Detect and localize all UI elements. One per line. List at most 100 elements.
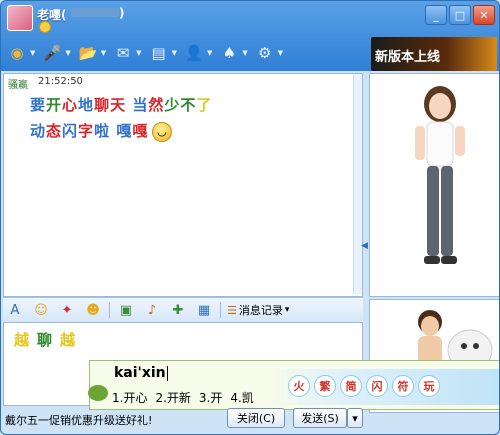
message-history-button[interactable]: ☰ 消息记录 ▾ [227,302,289,318]
music-icon[interactable]: ▦ [194,300,214,320]
bottom-bar: 戴尔五一促销优惠升级送好礼! 关闭(C) 发送(S) ▾ [1,405,499,434]
input-toolbar: A ☺ ✦ ☻ ▣ ♪ ✚ ▦ ☰ 消息记录 ▾ [3,297,363,322]
message-char: 闪 [62,122,79,140]
dropdown-arrow-icon[interactable]: ▼ [101,49,106,57]
dropdown-arrow-icon[interactable]: ▼ [65,49,70,57]
magic-icon[interactable]: ✦ [57,300,77,320]
collapse-panel-icon[interactable]: ◀ [361,241,368,251]
ime-candidate[interactable]: 3.开 [199,391,222,405]
chevron-down-icon[interactable]: ▾ [285,305,290,315]
chat-history[interactable]: 骚嬴 21:52:50 要开心地聊天 当然少不了 动态闪字啦 嘎嘎 ◡ [3,73,363,297]
message-sender: 骚嬴 [8,80,28,91]
input-char: 越 [60,331,84,349]
message-char: 字 [78,122,95,140]
email-icon[interactable]: ✉ [111,41,135,65]
close-window-button[interactable]: ✕ [473,5,495,25]
banner-text: 新版本上线 [375,50,441,65]
title-bar[interactable]: 老嚜( ) _ □ ✕ [1,1,499,33]
ime-skin-char: 符 [392,375,414,397]
screenshot-icon[interactable]: ▣ [116,300,136,320]
close-button[interactable]: 关闭(C) [227,408,285,428]
send-button[interactable]: 发送(S) [293,408,347,428]
ime-logo-icon [88,385,108,401]
ime-skin-char: 简 [340,375,362,397]
dropdown-arrow-icon[interactable]: ▼ [30,49,35,57]
input-char: 越 [14,331,38,349]
message-char: 了 [196,96,213,114]
ime-candidate[interactable]: 4.凯 [230,391,253,405]
message-char: 开 [46,96,63,114]
dropdown-arrow-icon[interactable]: ▼ [278,49,283,57]
maximize-button[interactable]: □ [449,5,471,25]
message-char: 嘎 [132,122,149,140]
message-char: 然 [148,96,165,114]
game-tool[interactable]: ♠ ▼ [217,41,248,65]
message-char: 天 [110,96,127,114]
video-icon[interactable]: ◉ [5,41,29,65]
dropdown-arrow-icon[interactable]: ▼ [172,49,177,57]
dropdown-arrow-icon[interactable]: ▼ [136,49,141,57]
grin-emoji: ◡ [152,121,173,142]
message-char: 地 [78,96,95,114]
redacted-id [71,8,119,17]
ime-candidate[interactable]: 2.开新 [155,391,190,405]
show-panel [369,73,499,297]
ime-skin-char: 火 [288,375,310,397]
ime-composition: kai'xin [114,365,168,381]
ime-skin-char: 玩 [418,375,440,397]
chat-scrollbar[interactable] [353,74,362,294]
email-tool[interactable]: ✉ ▼ [111,41,142,65]
folder-transfer-icon[interactable]: 📂 [76,41,100,65]
message-char: 嘎 [116,122,133,140]
dropdown-arrow-icon[interactable]: ▼ [207,49,212,57]
new-version-banner[interactable]: 新版本上线 [371,37,497,71]
ime-composition-text: kai'xin [114,365,166,381]
minimize-button[interactable]: _ [425,5,447,25]
message-time: 21:52:50 [38,76,83,87]
history-icon: ☰ [227,303,237,317]
message-line-2: 动态闪字啦 嘎嘎 ◡ [30,120,173,142]
gift-icon[interactable]: ✚ [168,300,188,320]
toolbar: ◉ ▼ 🎤 ▼ 📂 ▼ ✉ ▼ ▤ ▼ 👤 ▼ ♠ ▼ ⚙ ▼ [5,39,365,67]
message-char: 心 [62,96,79,114]
history-label: 消息记录 [238,304,283,317]
sms-icon[interactable]: ▤ [147,41,171,65]
window-title-suffix: ) [119,6,125,20]
message-char: 动 [30,122,47,140]
message-line-1: 要开心地聊天 当然少不了 [30,94,212,115]
photo-icon[interactable]: ♪ [142,300,162,320]
ime-candidate-window[interactable]: kai'xin 1.开心 2.开新 3.开 4.凯 火繁简闪符玩 [88,360,499,410]
input-text: 越聊越 [14,329,83,350]
message-char: 啦 [94,122,111,140]
dropdown-arrow-icon[interactable]: ▼ [242,49,247,57]
sms-tool[interactable]: ▤ ▼ [147,41,177,65]
ime-candidates: 1.开心 2.开新 3.开 4.凯 [112,389,262,406]
send-options-button[interactable]: ▾ [347,408,363,428]
folder-transfer-tool[interactable]: 📂 ▼ [76,41,106,65]
face-icon[interactable]: ☻ [83,300,103,320]
user-group-icon[interactable]: 👤 [182,41,206,65]
video-tool[interactable]: ◉ ▼ [5,41,35,65]
game-icon[interactable]: ♠ [217,41,241,65]
smiley-icon[interactable]: ☺ [31,300,51,320]
ime-skin-chars: 火繁简闪符玩 [288,375,440,397]
ime-skin-char: 繁 [314,375,336,397]
microphone-tool[interactable]: 🎤 ▼ [40,41,71,65]
settings-icon[interactable]: ⚙ [253,41,277,65]
online-status-icon[interactable] [39,21,51,33]
settings-tool[interactable]: ⚙ ▼ [253,41,283,65]
promo-link[interactable]: 戴尔五一促销优惠升级送好礼! [5,412,152,428]
message-char: 聊 [94,96,111,114]
message-char: 态 [46,122,63,140]
message-char: 当 [132,96,149,114]
ime-candidate[interactable]: 1.开心 [112,391,147,405]
font-icon[interactable]: A [5,300,25,320]
input-char: 聊 [37,331,61,349]
message-char: 要 [30,96,47,114]
ime-skin-char: 闪 [366,375,388,397]
user-group-tool[interactable]: 👤 ▼ [182,41,213,65]
microphone-icon[interactable]: 🎤 [40,41,64,65]
avatar[interactable] [7,5,33,31]
chat-window: 老嚜( ) _ □ ✕ ◉ ▼ 🎤 ▼ 📂 ▼ ✉ ▼ ▤ ▼ 👤 ▼ ♠ ▼ ⚙ ▼ 新版本上线 骚嬴 21… [0,0,500,435]
avatar-show-girl [415,86,465,264]
